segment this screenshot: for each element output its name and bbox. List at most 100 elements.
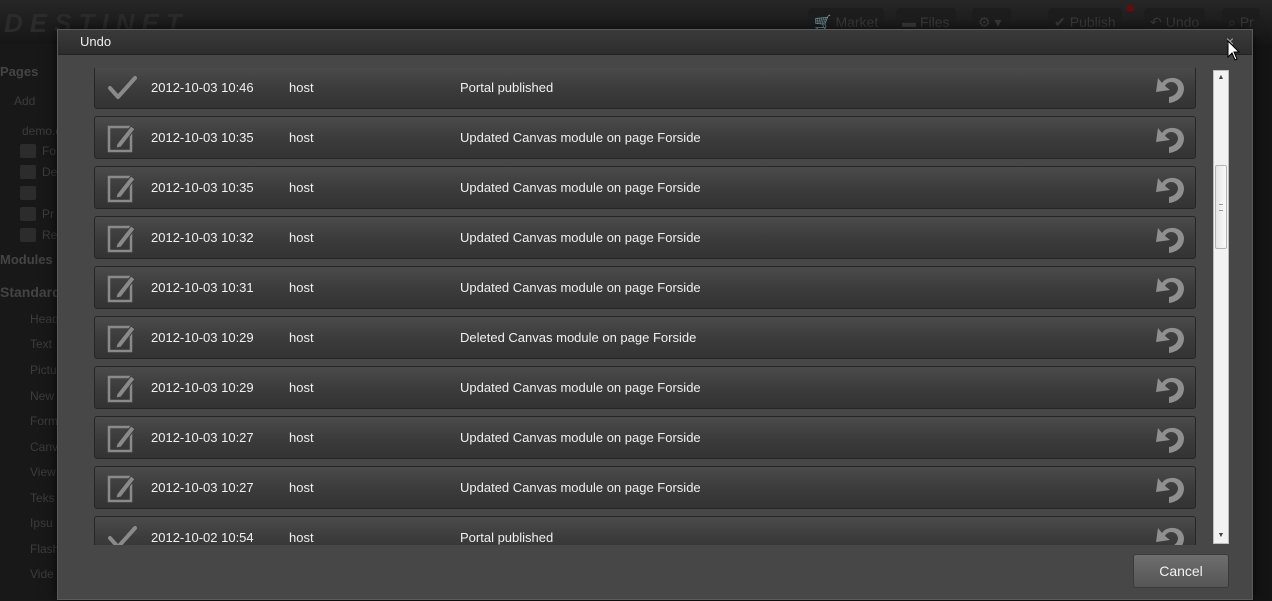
history-row: 2012-10-03 10:46 host Portal published [94, 68, 1196, 109]
grip-icon [1219, 204, 1223, 211]
revert-undo-icon[interactable] [1153, 221, 1189, 255]
scroll-down-arrow-icon[interactable]: ▼ [1214, 529, 1228, 543]
pencil-icon [107, 273, 137, 303]
check-icon: ✔ [1054, 14, 1066, 30]
module-item[interactable]: Teks [30, 491, 55, 505]
entry-date: 2012-10-03 10:29 [151, 380, 254, 395]
add-page-link[interactable]: Add [14, 94, 35, 108]
history-row: 2012-10-03 10:27 host Updated Canvas modul… [94, 466, 1196, 509]
entry-description: Updated Canvas module on page Forside [460, 380, 701, 395]
entry-date: 2012-10-03 10:27 [151, 480, 254, 495]
scrollbar[interactable]: ▲ ▼ [1213, 70, 1229, 544]
history-row: 2012-10-03 10:35 host Updated Canvas modul… [94, 116, 1196, 159]
entry-user: host [289, 180, 314, 195]
entry-description: Updated Canvas module on page Forside [460, 430, 701, 445]
pencil-icon [107, 423, 137, 453]
revert-undo-icon[interactable] [1153, 121, 1189, 155]
module-item[interactable]: New [30, 389, 54, 403]
page-icon [20, 144, 36, 158]
gear-icon: ⚙ ▾ [978, 14, 1002, 30]
entry-user: host [289, 330, 314, 345]
tree-item[interactable]: Pr [42, 207, 54, 221]
revert-undo-icon[interactable] [1153, 421, 1189, 455]
history-row: 2012-10-02 10:54 host Portal published [94, 516, 1196, 545]
entry-description: Updated Canvas module on page Forside [460, 180, 701, 195]
checkmark-icon [107, 73, 137, 103]
page-icon [20, 207, 36, 221]
scrollbar-thumb[interactable] [1215, 165, 1227, 249]
cart-icon: 🛒 [814, 14, 832, 30]
notification-badge [1126, 4, 1134, 12]
app-sidebar: Pages Add demo.c Fo De Pr Re Modules Sta… [0, 44, 61, 601]
entry-user: host [289, 380, 314, 395]
entry-user: host [289, 230, 314, 245]
entry-date: 2012-10-02 10:54 [151, 530, 254, 545]
entry-description: Updated Canvas module on page Forside [460, 230, 701, 245]
dialog-header: Undo × [58, 30, 1252, 55]
entry-date: 2012-10-03 10:35 [151, 180, 254, 195]
history-row: 2012-10-03 10:31 host Updated Canvas modul… [94, 266, 1196, 309]
module-item[interactable]: Ipsu [30, 516, 53, 530]
entry-description: Updated Canvas module on page Forside [460, 280, 701, 295]
module-item[interactable]: View [30, 465, 56, 479]
pencil-icon [107, 123, 137, 153]
tree-item[interactable]: Fo [42, 144, 56, 158]
pencil-icon [107, 373, 137, 403]
revert-undo-icon[interactable] [1153, 71, 1189, 105]
entry-description: Portal published [460, 530, 554, 545]
entry-date: 2012-10-03 10:46 [151, 80, 254, 95]
module-item[interactable]: Form [30, 414, 58, 428]
revert-undo-icon[interactable] [1153, 521, 1189, 545]
module-item[interactable]: Canv [30, 440, 58, 454]
history-entries: 2012-10-03 10:46 host Portal published 2012… [85, 68, 1203, 545]
entry-user: host [289, 530, 314, 545]
dialog-title: Undo [80, 34, 112, 49]
history-row: 2012-10-03 10:29 host Deleted Canvas modul… [94, 316, 1196, 359]
entry-user: host [289, 480, 314, 495]
undo-history-list[interactable]: 2012-10-03 10:46 host Portal published 2012… [85, 68, 1203, 545]
revert-undo-icon[interactable] [1153, 471, 1189, 505]
entry-description: Portal published [460, 80, 554, 95]
entry-date: 2012-10-03 10:32 [151, 230, 254, 245]
entry-description: Deleted Canvas module on page Forside [460, 330, 697, 345]
entry-description: Updated Canvas module on page Forside [460, 480, 701, 495]
history-row: 2012-10-03 10:32 host Updated Canvas modul… [94, 216, 1196, 259]
pencil-icon [107, 173, 137, 203]
mouse-cursor-icon [1227, 40, 1241, 61]
revert-undo-icon[interactable] [1153, 371, 1189, 405]
scroll-up-arrow-icon[interactable]: ▲ [1214, 71, 1228, 85]
module-item[interactable]: Head [30, 312, 59, 326]
entry-user: host [289, 80, 314, 95]
entry-date: 2012-10-03 10:35 [151, 130, 254, 145]
checkmark-icon [107, 523, 137, 545]
page-icon [20, 165, 36, 179]
pencil-icon [107, 323, 137, 353]
revert-undo-icon[interactable] [1153, 171, 1189, 205]
module-item[interactable]: Pictu [30, 363, 57, 377]
standard-heading: Standard [0, 284, 61, 300]
entry-date: 2012-10-03 10:31 [151, 280, 254, 295]
entry-description: Updated Canvas module on page Forside [460, 130, 701, 145]
modules-heading: Modules [0, 252, 53, 267]
module-item[interactable]: Text [30, 337, 52, 351]
undo-icon: ↶ [1150, 14, 1162, 30]
pencil-icon [107, 473, 137, 503]
page-icon [20, 228, 36, 242]
history-row: 2012-10-03 10:35 host Updated Canvas modul… [94, 166, 1196, 209]
tree-item[interactable]: Re [42, 228, 57, 242]
revert-undo-icon[interactable] [1153, 321, 1189, 355]
tree-item[interactable]: De [42, 165, 57, 179]
entry-date: 2012-10-03 10:29 [151, 330, 254, 345]
pages-heading: Pages [0, 64, 39, 79]
tree-item[interactable]: demo.c [22, 124, 61, 138]
cancel-button[interactable]: Cancel [1133, 554, 1229, 588]
entry-date: 2012-10-03 10:27 [151, 430, 254, 445]
history-row: 2012-10-03 10:29 host Updated Canvas modul… [94, 366, 1196, 409]
pencil-icon [107, 223, 137, 253]
module-item[interactable]: Vide [30, 567, 54, 581]
revert-undo-icon[interactable] [1153, 271, 1189, 305]
entry-user: host [289, 280, 314, 295]
history-row: 2012-10-03 10:27 host Updated Canvas modul… [94, 416, 1196, 459]
module-item[interactable]: Flash [30, 542, 59, 556]
undo-dialog: Undo × 2012-10-03 10:46 host Portal publis… [57, 29, 1253, 600]
